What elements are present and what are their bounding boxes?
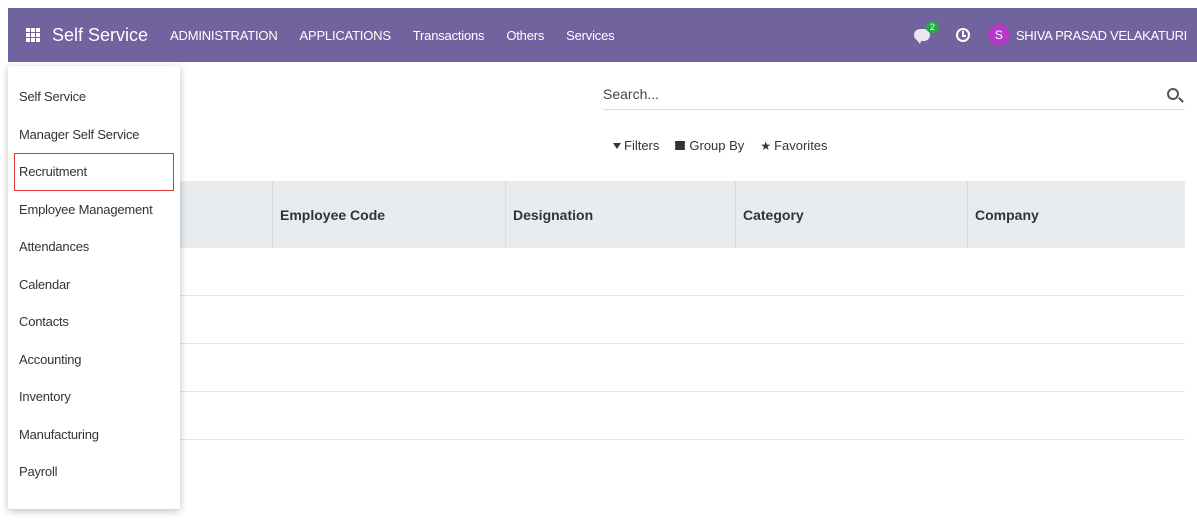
search-bar — [603, 78, 1185, 110]
dropdown-item-recruitment[interactable]: Recruitment — [14, 153, 174, 191]
dropdown-item-contacts[interactable]: Contacts — [8, 303, 180, 341]
favorites-button[interactable]: ★ Favorites — [760, 138, 827, 153]
table-body — [8, 248, 1185, 440]
group-by-label: Group By — [689, 138, 745, 153]
app-brand[interactable]: Self Service — [52, 25, 148, 46]
table-row[interactable] — [8, 296, 1185, 344]
top-navbar: Self Service ADMINISTRATION APPLICATIONS… — [8, 8, 1197, 62]
layers-icon — [675, 141, 686, 150]
search-icon[interactable] — [1167, 87, 1179, 100]
menu-services[interactable]: Services — [566, 28, 614, 43]
dropdown-item-employee-management[interactable]: Employee Management — [8, 191, 180, 229]
activity-clock-icon[interactable] — [955, 28, 970, 42]
menu-others[interactable]: Others — [506, 28, 544, 43]
dropdown-item-attendances[interactable]: Attendances — [8, 228, 180, 266]
dropdown-item-self-service[interactable]: Self Service — [8, 78, 180, 116]
column-designation[interactable]: Designation — [505, 181, 735, 248]
dropdown-item-accounting[interactable]: Accounting — [8, 341, 180, 379]
chat-badge: 2 — [925, 21, 939, 33]
apps-dropdown-menu: Self Service Manager Self Service Recrui… — [8, 66, 180, 509]
table-row[interactable] — [8, 248, 1185, 296]
filters-button[interactable]: Filters — [613, 138, 659, 153]
user-name[interactable]: SHIVA PRASAD VELAKATURI — [1016, 28, 1187, 43]
dropdown-item-calendar[interactable]: Calendar — [8, 266, 180, 304]
menu-applications[interactable]: APPLICATIONS — [300, 28, 391, 43]
favorites-label: Favorites — [774, 138, 828, 153]
table-row[interactable] — [8, 344, 1185, 392]
apps-grid-icon[interactable] — [26, 28, 40, 42]
funnel-icon — [613, 142, 621, 149]
column-category[interactable]: Category — [735, 181, 967, 248]
star-icon: ★ — [760, 138, 772, 153]
table-header: Employee Code Designation Category Compa… — [8, 181, 1185, 248]
dropdown-item-payroll[interactable]: Payroll — [8, 453, 180, 491]
menu-administration[interactable]: ADMINISTRATION — [170, 28, 278, 43]
navbar-right: 2 S SHIVA PRASAD VELAKATURI — [913, 21, 1187, 46]
table-row[interactable] — [8, 392, 1185, 440]
filters-label: Filters — [624, 138, 660, 153]
dropdown-item-manufacturing[interactable]: Manufacturing — [8, 416, 180, 454]
menu-transactions[interactable]: Transactions — [413, 28, 485, 43]
group-by-button[interactable]: Group By — [675, 138, 744, 153]
filters-row: Filters Group By ★ Favorites — [613, 138, 844, 153]
column-employee-code[interactable]: Employee Code — [272, 181, 504, 248]
chat-button[interactable]: 2 — [913, 21, 939, 45]
search-input[interactable] — [603, 80, 1167, 107]
dropdown-item-manager-self-service[interactable]: Manager Self Service — [8, 116, 180, 154]
dropdown-item-inventory[interactable]: Inventory — [8, 378, 180, 416]
avatar[interactable]: S — [987, 24, 1010, 46]
column-company[interactable]: Company — [967, 181, 1185, 248]
